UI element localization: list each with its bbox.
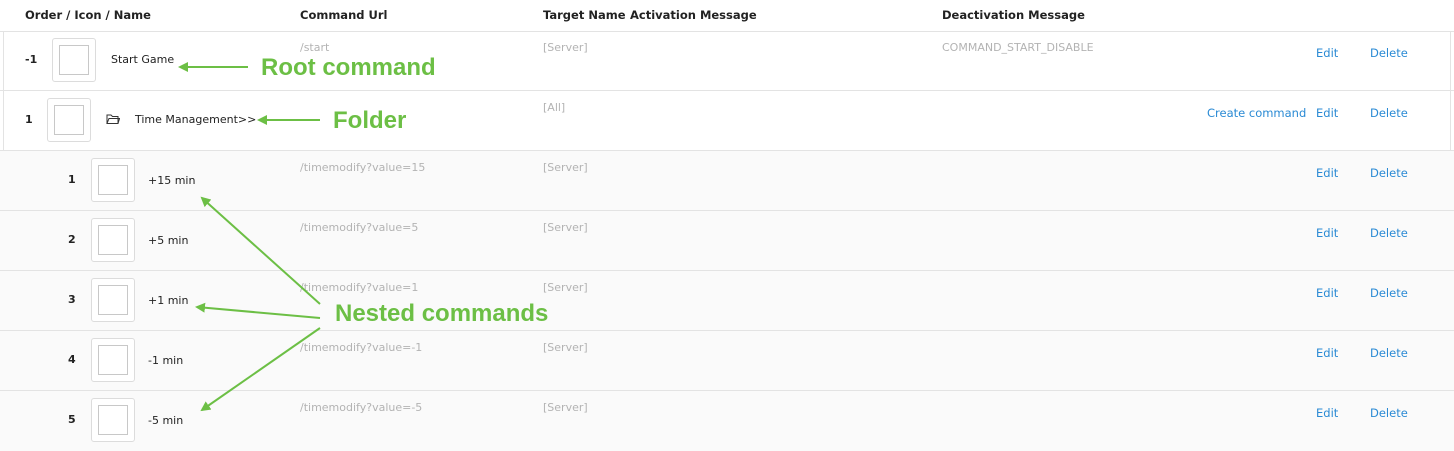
command-url: /start — [300, 41, 330, 54]
row-order: -1 — [25, 53, 38, 66]
create-command-link[interactable]: Create command — [1207, 106, 1306, 120]
annotation-nested-commands: Nested commands — [335, 300, 549, 327]
table-row: 1 Time Management>> [All] Create command… — [0, 91, 1454, 151]
target-name: [Server] — [543, 401, 588, 414]
row-order: 1 — [68, 173, 76, 186]
header-activation-message[interactable]: Activation Message — [630, 8, 757, 22]
header-target-name[interactable]: Target Name — [543, 8, 626, 22]
table-row: 4 -1 min /timemodify?value=-1 [Server] E… — [0, 331, 1454, 391]
command-url: /timemodify?value=-5 — [300, 401, 423, 414]
delete-link[interactable]: Delete — [1370, 286, 1408, 300]
edit-link[interactable]: Edit — [1316, 106, 1338, 120]
command-icon-box[interactable] — [91, 218, 135, 262]
command-name: -5 min — [148, 414, 184, 427]
row-order: 3 — [68, 293, 76, 306]
edit-link[interactable]: Edit — [1316, 166, 1338, 180]
delete-link[interactable]: Delete — [1370, 346, 1408, 360]
edit-link[interactable]: Edit — [1316, 286, 1338, 300]
edit-link[interactable]: Edit — [1316, 346, 1338, 360]
command-name: +15 min — [148, 174, 196, 187]
command-name: Start Game — [111, 53, 175, 66]
annotation-root-command: Root command — [261, 54, 436, 81]
command-url: /timemodify?value=-1 — [300, 341, 423, 354]
row-order: 1 — [25, 113, 33, 126]
table-row: 1 +15 min /timemodify?value=15 [Server] … — [0, 151, 1454, 211]
delete-link[interactable]: Delete — [1370, 166, 1408, 180]
header-deactivation-message[interactable]: Deactivation Message — [942, 8, 1085, 22]
folder-name[interactable]: Time Management>> — [135, 113, 256, 126]
command-icon-box[interactable] — [91, 338, 135, 382]
edit-link[interactable]: Edit — [1316, 226, 1338, 240]
target-name: [Server] — [543, 221, 588, 234]
command-url: /timemodify?value=15 — [300, 161, 426, 174]
table-row: 3 +1 min /timemodify?value=1 [Server] Ed… — [0, 271, 1454, 331]
target-name: [Server] — [543, 41, 588, 54]
table-row: 5 -5 min /timemodify?value=-5 [Server] E… — [0, 391, 1454, 451]
delete-link[interactable]: Delete — [1370, 226, 1408, 240]
delete-link[interactable]: Delete — [1370, 46, 1408, 60]
command-icon-box[interactable] — [91, 278, 135, 322]
command-icon-box[interactable] — [52, 38, 96, 82]
table-row: 2 +5 min /timemodify?value=5 [Server] Ed… — [0, 211, 1454, 271]
row-order: 5 — [68, 413, 76, 426]
target-name: [All] — [543, 101, 566, 114]
header-command-url[interactable]: Command Url — [300, 8, 387, 22]
command-url: /timemodify?value=1 — [300, 281, 419, 294]
folder-icon[interactable] — [106, 113, 120, 125]
delete-link[interactable]: Delete — [1370, 106, 1408, 120]
command-name: -1 min — [148, 354, 184, 367]
row-order: 4 — [68, 353, 76, 366]
command-url: /timemodify?value=5 — [300, 221, 419, 234]
target-name: [Server] — [543, 281, 588, 294]
header-order-icon-name[interactable]: Order / Icon / Name — [25, 8, 151, 22]
edit-link[interactable]: Edit — [1316, 406, 1338, 420]
table-header: Order / Icon / Name Command Url Target N… — [0, 0, 1454, 32]
command-name: +5 min — [148, 234, 189, 247]
command-icon-box[interactable] — [47, 98, 91, 142]
target-name: [Server] — [543, 341, 588, 354]
delete-link[interactable]: Delete — [1370, 406, 1408, 420]
annotation-folder: Folder — [333, 107, 407, 134]
command-icon-box[interactable] — [91, 158, 135, 202]
table-row: -1 Start Game /start [Server] COMMAND_ST… — [0, 31, 1454, 91]
command-icon-box[interactable] — [91, 398, 135, 442]
command-name: +1 min — [148, 294, 189, 307]
edit-link[interactable]: Edit — [1316, 46, 1338, 60]
target-name: [Server] — [543, 161, 588, 174]
deactivation-message: COMMAND_START_DISABLE — [942, 41, 1094, 54]
row-order: 2 — [68, 233, 76, 246]
